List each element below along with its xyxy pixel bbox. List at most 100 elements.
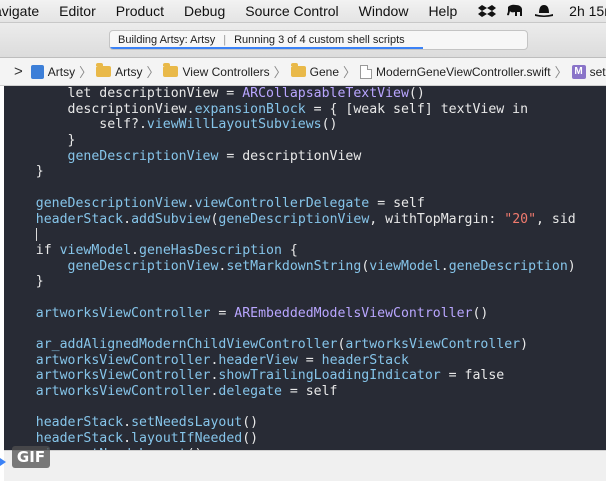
code-token: ARCollapsableTextView xyxy=(242,86,409,101)
folder-icon xyxy=(96,63,112,77)
chevron-right-icon: 〉 xyxy=(146,65,160,80)
code-line[interactable]: descriptionView.expansionBlock = { [weak… xyxy=(4,102,576,118)
text-cursor xyxy=(35,227,37,241)
crumb-group-view-controllers[interactable]: View Controllers xyxy=(163,63,270,79)
hat-icon[interactable] xyxy=(534,4,554,18)
code-line[interactable]: self?.viewWillLayoutSubviews() xyxy=(4,117,576,133)
code-token: headerStack xyxy=(35,415,124,431)
chevron-right-icon[interactable]: > xyxy=(0,63,31,80)
code-token: () xyxy=(321,117,338,133)
activity-viewer[interactable]: Building Artsy: Artsy | Running 3 of 4 c… xyxy=(109,30,528,50)
code-token: geneDescriptionView xyxy=(67,148,219,164)
code-token: , withTopMargin: xyxy=(369,211,505,227)
code-token: } xyxy=(4,164,44,180)
method-icon: M xyxy=(571,64,586,79)
crumb-label: Artsy xyxy=(115,64,143,79)
code-token: headerStack xyxy=(35,211,124,227)
crumb-project[interactable]: Artsy xyxy=(30,64,75,79)
code-lines[interactable]: let descriptionView = ARCollapsableTextV… xyxy=(4,86,576,450)
dropbox-icon[interactable] xyxy=(478,4,497,18)
code-token: . xyxy=(123,415,132,431)
crumb-file[interactable]: ModernGeneViewController.swift xyxy=(360,64,551,79)
code-token: layoutIfNeeded xyxy=(131,431,243,447)
menu-source-control[interactable]: Source Control xyxy=(235,3,348,19)
code-token: delegate xyxy=(218,384,282,400)
code-token: = descriptionView xyxy=(218,148,362,164)
folder-icon xyxy=(290,63,306,77)
code-line[interactable]: headerStack.layoutIfNeeded() xyxy=(4,431,576,447)
activity-status: Running 3 of 4 custom shell scripts xyxy=(234,34,405,46)
code-line[interactable]: geneDescriptionView = descriptionView xyxy=(4,149,576,165)
code-line[interactable]: if viewModel.geneHasDescription { xyxy=(4,243,576,259)
code-token: expansionBlock xyxy=(194,101,306,117)
code-line[interactable]: ar_addAlignedModernChildViewController(a… xyxy=(4,337,576,353)
crumb-label: View Controllers xyxy=(182,64,270,79)
breakpoint-marker-icon xyxy=(0,458,6,466)
code-token: () xyxy=(408,86,425,101)
code-token: = self xyxy=(281,384,338,400)
code-line[interactable]: geneDescriptionView.viewControllerDelega… xyxy=(4,196,576,212)
code-token: . xyxy=(131,242,139,258)
code-line[interactable]: let descriptionView = ARCollapsableTextV… xyxy=(4,86,576,102)
code-token: ar_addAlignedModernChildViewController xyxy=(35,337,338,352)
jump-bar: > Artsy 〉 Artsy 〉 View Controllers 〉 Gen… xyxy=(0,58,606,86)
menu-window[interactable]: Window xyxy=(349,3,419,19)
code-token: () xyxy=(242,415,259,431)
code-line[interactable] xyxy=(4,180,576,196)
code-token: showTrailingLoadingIndicator xyxy=(218,368,441,384)
code-token: viewControllerDelegate xyxy=(194,195,370,211)
code-token: "20" xyxy=(504,211,537,227)
code-line[interactable]: artworksViewController.delegate = self xyxy=(4,384,576,400)
code-line[interactable] xyxy=(4,321,576,337)
code-token: self?. xyxy=(4,117,147,133)
code-line[interactable]: artworksViewController.headerView = head… xyxy=(4,353,576,369)
code-line[interactable]: } xyxy=(4,164,576,180)
code-token: setNeedsLayout xyxy=(131,415,243,431)
code-token: artworksViewController xyxy=(35,384,211,400)
code-line[interactable]: headerStack.setNeedsLayout() xyxy=(4,415,576,431)
code-line[interactable]: artworksViewController = AREmbeddedModel… xyxy=(4,306,576,322)
status-area: 2h 15n xyxy=(478,3,606,19)
code-line[interactable] xyxy=(4,400,576,416)
clock-text[interactable]: 2h 15n xyxy=(569,3,606,19)
code-line[interactable] xyxy=(4,227,576,243)
code-token: { xyxy=(281,242,298,258)
code-token: viewModel xyxy=(369,258,441,274)
activity-scheme: Building Artsy: Artsy xyxy=(118,34,216,46)
code-token: if xyxy=(4,242,60,258)
chevron-right-icon: 〉 xyxy=(554,65,568,80)
activity-separator: | xyxy=(223,34,227,46)
crumb-group-gene[interactable]: Gene xyxy=(290,63,340,79)
crumb-label: setupSubview xyxy=(589,64,606,79)
menu-debug[interactable]: Debug xyxy=(174,3,235,19)
crumb-group-artsy[interactable]: Artsy xyxy=(96,63,143,79)
code-token: geneHasDescription xyxy=(139,242,282,258)
code-line[interactable]: geneDescriptionView.setMarkdownString(vi… xyxy=(4,259,576,275)
menu-navigate[interactable]: avigate xyxy=(0,3,49,19)
menu-product[interactable]: Product xyxy=(106,3,174,19)
code-line[interactable]: } xyxy=(4,133,576,149)
code-line[interactable]: artworksViewController.showTrailingLoadi… xyxy=(4,368,576,384)
chevron-right-icon: 〉 xyxy=(273,65,287,80)
code-token: = false xyxy=(440,368,505,384)
code-token: headerStack xyxy=(35,431,124,447)
code-line[interactable]: headerStack.addSubview(geneDescriptionVi… xyxy=(4,212,576,228)
project-icon xyxy=(30,64,44,79)
menu-editor[interactable]: Editor xyxy=(49,3,106,19)
code-token: viewModel xyxy=(59,242,132,258)
code-line[interactable] xyxy=(4,290,576,306)
crumb-label: Gene xyxy=(309,64,340,79)
source-editor[interactable]: let descriptionView = ARCollapsableTextV… xyxy=(4,86,606,450)
menu-help[interactable]: Help xyxy=(418,3,467,19)
crumb-method[interactable]: M setupSubview xyxy=(571,64,606,79)
elephant-icon[interactable] xyxy=(505,4,525,18)
toolbar: Building Artsy: Artsy | Running 3 of 4 c… xyxy=(0,23,606,58)
code-line[interactable]: } xyxy=(4,274,576,290)
code-token: } xyxy=(4,133,76,149)
code-token: artworksViewController xyxy=(35,352,211,368)
